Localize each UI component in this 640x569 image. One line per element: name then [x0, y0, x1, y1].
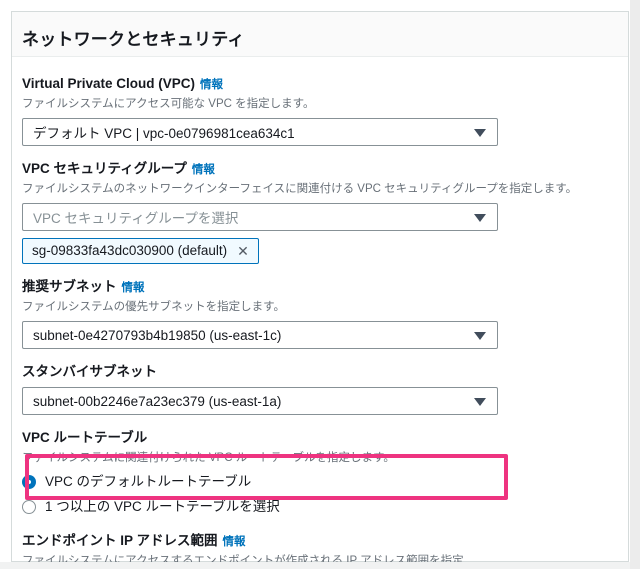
security-group-label: VPC セキュリティグループ 情報 [22, 161, 215, 176]
preferred-subnet-value: subnet-0e4270793b4b19850 (us-east-1c) [33, 327, 282, 343]
chevron-down-icon [474, 129, 486, 137]
field-security-group: VPC セキュリティグループ 情報 ファイルシステムのネットワークインターフェイス… [22, 157, 618, 264]
chevron-down-icon [474, 332, 486, 340]
chevron-down-icon [474, 398, 486, 406]
scrollbar-track[interactable] [630, 0, 640, 569]
route-table-option-default[interactable]: VPC のデフォルトルートテーブル [22, 474, 618, 490]
network-security-panel: ネットワークとセキュリティ Virtual Private Cloud (VPC… [11, 11, 629, 567]
field-standby-subnet: スタンバイサブネット subnet-00b2246e7a23ec379 (us-… [22, 360, 618, 415]
preferred-subnet-description: ファイルシステムの優先サブネットを指定します。 [22, 301, 286, 313]
endpoint-ip-label: エンドポイント IP アドレス範囲 情報 [22, 533, 246, 548]
vpc-label: Virtual Private Cloud (VPC) 情報 [22, 76, 224, 91]
vpc-description: ファイルシステムにアクセス可能な VPC を指定します。 [22, 98, 315, 110]
standby-subnet-value: subnet-00b2246e7a23ec379 (us-east-1a) [33, 393, 282, 409]
preferred-subnet-select[interactable]: subnet-0e4270793b4b19850 (us-east-1c) [22, 321, 498, 349]
standby-subnet-label: スタンバイサブネット [22, 364, 157, 379]
radio-selected-icon[interactable] [22, 475, 36, 489]
panel-body: Virtual Private Cloud (VPC) 情報 ファイルシステムにア… [12, 57, 628, 569]
field-vpc: Virtual Private Cloud (VPC) 情報 ファイルシステムにア… [22, 76, 618, 146]
preferred-subnet-label: 推奨サブネット 情報 [22, 279, 145, 294]
remove-token-icon[interactable]: ✕ [237, 244, 249, 258]
standby-subnet-select[interactable]: subnet-00b2246e7a23ec379 (us-east-1a) [22, 387, 498, 415]
chevron-down-icon [474, 214, 486, 222]
route-table-label: VPC ルートテーブル [22, 430, 148, 445]
panel-title: ネットワークとセキュリティ [22, 30, 245, 49]
route-table-description: ファイルシステムに関連付けられた VPC ルートテーブルを指定します。 [22, 452, 395, 464]
endpoint-ip-info-link[interactable]: 情報 [223, 536, 246, 548]
security-group-token: sg-09833fa43dc030900 (default) ✕ [22, 238, 259, 264]
vpc-select-value: デフォルト VPC | vpc-0e0796981cea634c1 [33, 126, 295, 141]
security-group-token-label: sg-09833fa43dc030900 (default) [32, 243, 228, 258]
field-route-table: VPC ルートテーブル ファイルシステムに関連付けられた VPC ルートテーブル… [22, 426, 618, 515]
field-preferred-subnet: 推奨サブネット 情報 ファイルシステムの優先サブネットを指定します。 subnet… [22, 275, 618, 349]
security-group-description: ファイルシステムのネットワークインターフェイスに関連付ける VPC セキュリティ… [22, 183, 578, 195]
radio-unselected-icon[interactable] [22, 500, 36, 514]
preferred-subnet-info-link[interactable]: 情報 [122, 282, 145, 294]
vpc-select[interactable]: デフォルト VPC | vpc-0e0796981cea634c1 [22, 118, 498, 146]
panel-header: ネットワークとセキュリティ [12, 12, 628, 57]
route-table-option-custom[interactable]: 1 つ以上の VPC ルートテーブルを選択 [22, 499, 618, 515]
page-background-strip [0, 562, 630, 569]
security-group-info-link[interactable]: 情報 [192, 164, 215, 176]
vpc-info-link[interactable]: 情報 [200, 79, 223, 91]
security-group-placeholder: VPC セキュリティグループを選択 [33, 211, 239, 226]
security-group-select[interactable]: VPC セキュリティグループを選択 [22, 203, 498, 231]
